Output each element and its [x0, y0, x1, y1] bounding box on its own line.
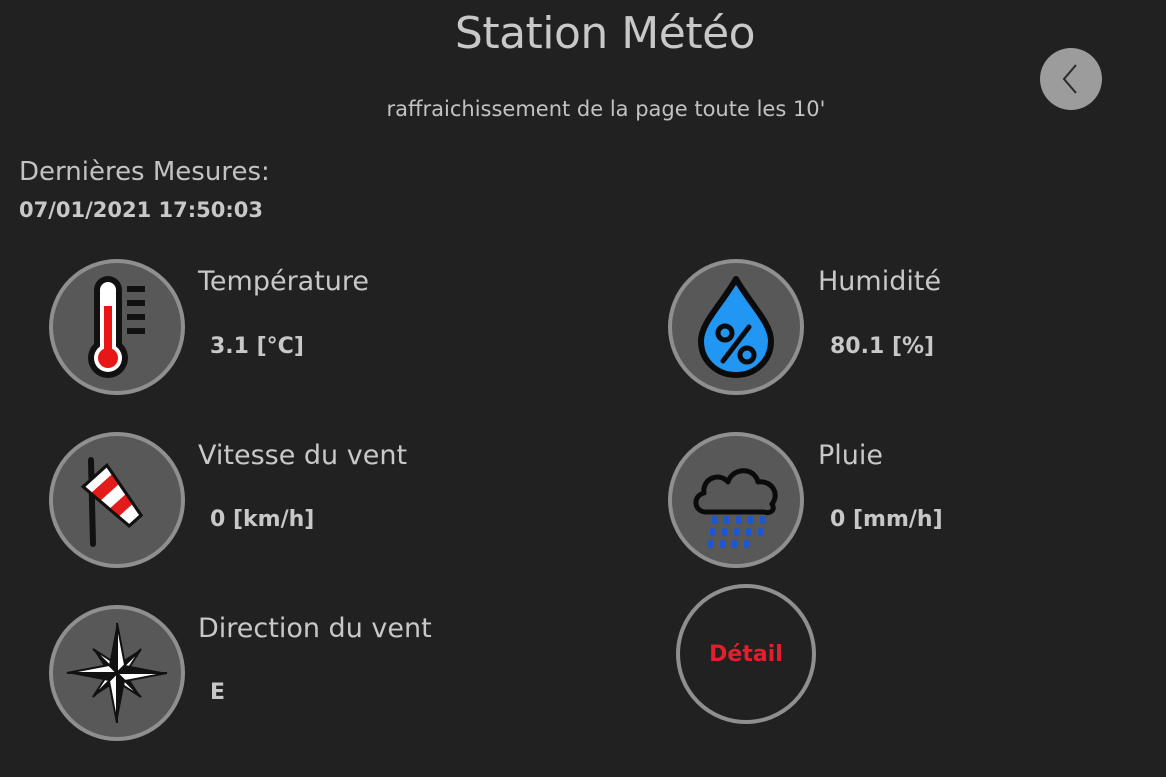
humidity-label: Humidité: [818, 266, 942, 297]
page-title: Station Météo: [454, 8, 756, 59]
humidity-value: 80.1 [%]: [830, 334, 935, 359]
humidity-drop-icon: [698, 276, 774, 378]
thermometer-icon: [88, 276, 145, 378]
wind-speed-value: 0 [km/h]: [210, 507, 315, 532]
wind-direction-label: Direction du vent: [198, 613, 432, 644]
rain-cloud-icon: [693, 468, 778, 548]
detail-button-label: Détail: [709, 641, 783, 667]
rain-value: 0 [mm/h]: [830, 507, 943, 532]
measure-timestamp: 07/01/2021 17:50:03: [19, 198, 264, 222]
wind-speed-label: Vitesse du vent: [198, 440, 408, 471]
windsock-icon: [80, 457, 144, 547]
wind-direction-icon-circle: [49, 605, 185, 741]
last-measures-heading: Dernières Mesures:: [19, 157, 270, 187]
refresh-note: raffraichissement de la page toute les 1…: [386, 97, 826, 121]
rain-label: Pluie: [818, 440, 884, 471]
temperature-value: 3.1 [°C]: [210, 334, 304, 359]
temperature-icon-circle: [49, 259, 185, 395]
chevron-left-icon: [1062, 64, 1077, 94]
detail-button[interactable]: Détail: [676, 584, 816, 724]
wind-speed-icon-circle: [49, 432, 185, 568]
rain-icon-circle: [668, 432, 804, 568]
wind-direction-value: E: [210, 680, 226, 705]
weather-station-page: Station Météo raffraichissement de la pa…: [0, 0, 1166, 777]
humidity-icon-circle: [668, 259, 804, 395]
back-button[interactable]: [1040, 48, 1102, 110]
compass-rose-icon: [66, 622, 168, 724]
temperature-label: Température: [198, 266, 370, 297]
